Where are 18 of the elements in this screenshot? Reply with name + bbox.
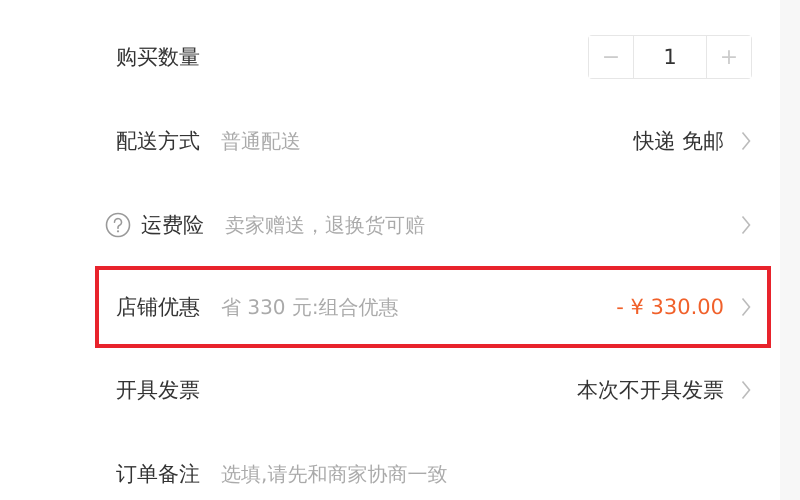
row-label: 开具发票 (116, 377, 200, 404)
row-value: - ¥ 330.00 (616, 295, 724, 319)
help-icon[interactable] (105, 212, 131, 238)
row-detail: 卖家赠送，退换货可赔 (225, 212, 425, 238)
row-label: 运费险 (141, 212, 204, 239)
row-value: 本次不开具发票 (577, 377, 724, 404)
chevron-right-icon[interactable] (741, 297, 751, 317)
row-detail: 普通配送 (221, 128, 301, 154)
chevron-right-icon[interactable] (741, 380, 751, 400)
chevron-right-icon[interactable] (741, 131, 751, 151)
row-label: 订单备注 (116, 461, 200, 488)
row-value: 快递 免邮 (633, 128, 724, 155)
row-label: 配送方式 (116, 128, 200, 155)
remark-field[interactable]: 选填,请先和商家协商一致 (221, 462, 751, 486)
row-detail: 省 330 元:组合优惠 (221, 294, 399, 320)
row-label: 店铺优惠 (116, 294, 200, 321)
chevron-right-icon[interactable] (741, 215, 751, 235)
row-label: 购买数量 (116, 44, 200, 71)
